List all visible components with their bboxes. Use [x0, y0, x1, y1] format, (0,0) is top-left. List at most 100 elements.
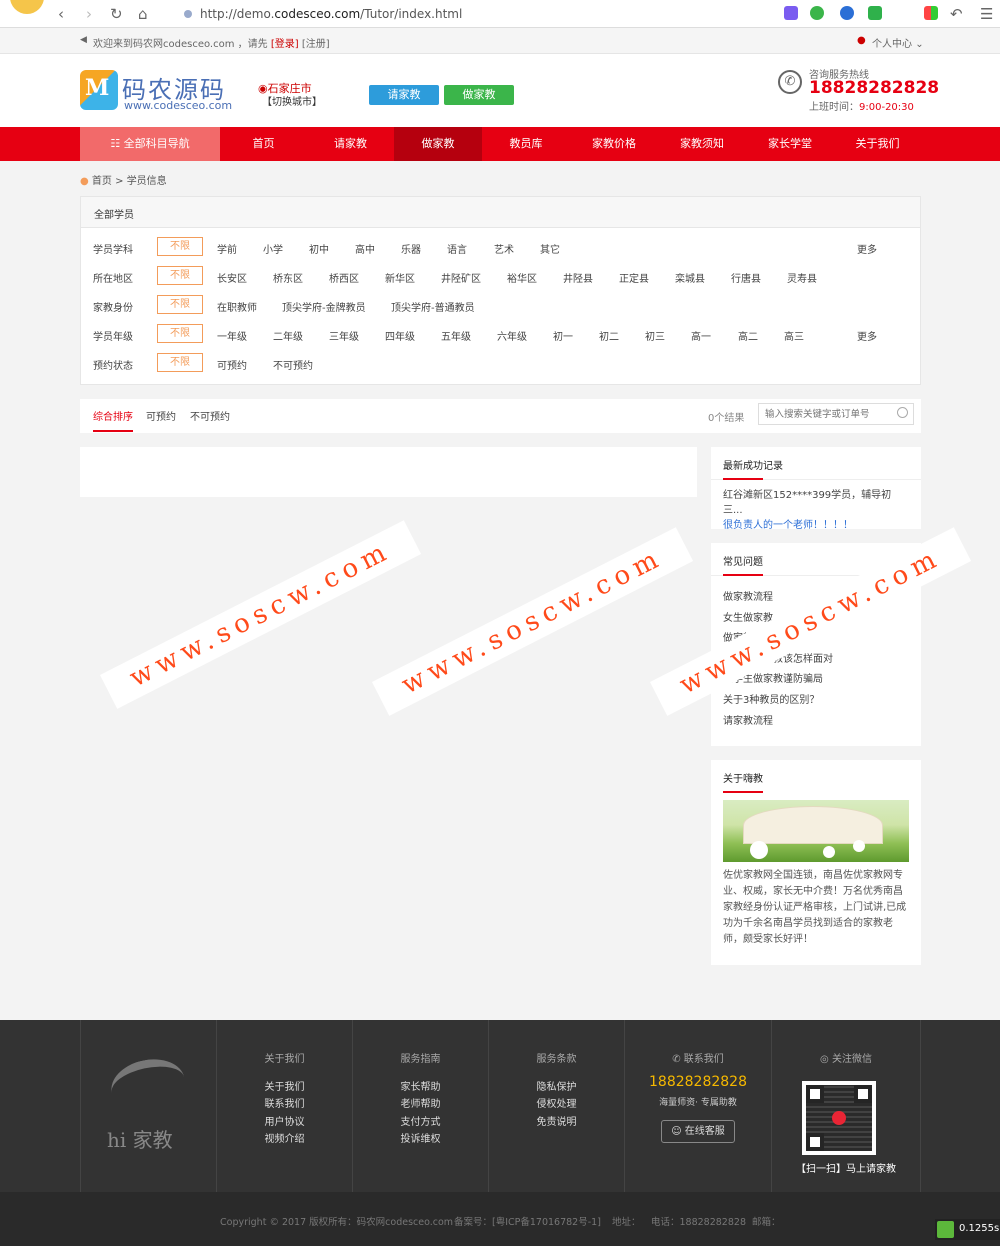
footer-link[interactable]: 侵权处理: [489, 1095, 624, 1110]
home-icon[interactable]: ⌂: [138, 5, 148, 23]
filter-option[interactable]: 不可预约: [273, 357, 313, 372]
logo-mark[interactable]: M: [80, 70, 118, 110]
filter-option[interactable]: 井陉矿区: [441, 270, 481, 285]
undo-icon[interactable]: ↶: [950, 5, 963, 23]
search-input[interactable]: [759, 404, 889, 424]
filter-option[interactable]: 初二: [599, 328, 619, 343]
filter-option[interactable]: 三年级: [329, 328, 359, 343]
user-center-link[interactable]: 个人中心 ⌄: [872, 35, 924, 50]
footer-link[interactable]: 联系我们: [217, 1095, 352, 1110]
filter-option[interactable]: 井陉县: [563, 270, 593, 285]
footer-link[interactable]: 用户协议: [217, 1113, 352, 1128]
footer-link[interactable]: 关于我们: [217, 1078, 352, 1093]
filter-option[interactable]: 正定县: [619, 270, 649, 285]
filter-option[interactable]: 桥西区: [329, 270, 359, 285]
welcome-message: 欢迎来到码农网codesceo.com ，请先: [93, 39, 268, 50]
filter-option[interactable]: 初三: [645, 328, 665, 343]
nav-become-tutor[interactable]: 做家教: [394, 127, 482, 161]
filter-option[interactable]: 长安区: [217, 270, 247, 285]
filter-option[interactable]: 一年级: [217, 328, 247, 343]
search-icon[interactable]: [840, 6, 854, 20]
footer-link[interactable]: 隐私保护: [489, 1078, 624, 1093]
footer-link[interactable]: 家长帮助: [353, 1078, 488, 1093]
filter-option[interactable]: 顶尖学府-金牌教员: [282, 299, 366, 314]
search-icon[interactable]: [897, 407, 908, 418]
scissors-icon[interactable]: [868, 6, 882, 20]
footer-link[interactable]: 免责说明: [489, 1113, 624, 1128]
record-item[interactable]: 红谷滩新区152****399学员，辅导初三... 很负责人的一个老师！！！！: [711, 479, 921, 541]
reload-icon[interactable]: ↻: [110, 5, 123, 23]
filter-option[interactable]: 四年级: [385, 328, 415, 343]
filter-option[interactable]: 小学: [263, 241, 283, 256]
filter-option[interactable]: 初一: [553, 328, 573, 343]
filter-nolimit[interactable]: 不限: [157, 237, 203, 256]
footer-link[interactable]: 支付方式: [353, 1113, 488, 1128]
filter-option[interactable]: 二年级: [273, 328, 303, 343]
register-link[interactable]: [注册]: [302, 39, 330, 50]
filter-option[interactable]: 新华区: [385, 270, 415, 285]
footer-link[interactable]: 老师帮助: [353, 1095, 488, 1110]
switch-city-link[interactable]: 【切换城市】: [262, 93, 322, 108]
contact-title: 联系我们: [683, 1054, 724, 1065]
filter-nolimit[interactable]: 不限: [157, 295, 203, 314]
nav-tutor-library[interactable]: 教员库: [482, 127, 570, 161]
nav-about[interactable]: 关于我们: [834, 127, 921, 161]
filter-option[interactable]: 栾城县: [675, 270, 705, 285]
nav-all-subjects[interactable]: ☷ 全部科目导航: [80, 127, 220, 161]
extension-icon[interactable]: [784, 6, 798, 20]
login-link[interactable]: [登录]: [271, 39, 299, 50]
filter-more[interactable]: 更多: [857, 241, 877, 256]
filter-option[interactable]: 五年级: [441, 328, 471, 343]
search-box: [758, 403, 914, 425]
nav-home[interactable]: 首页: [220, 127, 307, 161]
become-tutor-button[interactable]: 做家教: [444, 85, 514, 105]
filter-option[interactable]: 行唐县: [731, 270, 761, 285]
filter-option[interactable]: 六年级: [497, 328, 527, 343]
breadcrumb-separator: >: [115, 176, 124, 187]
faq-link[interactable]: 请家教流程: [723, 714, 909, 735]
filter-nolimit[interactable]: 不限: [157, 353, 203, 372]
filter-option[interactable]: 高三: [784, 328, 804, 343]
filter-option[interactable]: 乐器: [401, 241, 421, 256]
filter-option[interactable]: 顶尖学府-普通教员: [391, 299, 475, 314]
nav-request-tutor[interactable]: 请家教: [307, 127, 394, 161]
filter-option[interactable]: 灵寿县: [787, 270, 817, 285]
sort-tab-default[interactable]: 综合排序: [93, 408, 133, 432]
filter-option[interactable]: 可预约: [217, 357, 247, 372]
request-tutor-button[interactable]: 请家教: [369, 85, 439, 105]
online-service-button[interactable]: ☺ 在线客服: [661, 1120, 735, 1143]
filter-more[interactable]: 更多: [857, 328, 877, 343]
filter-nolimit[interactable]: 不限: [157, 324, 203, 343]
filter-option[interactable]: 艺术: [494, 241, 514, 256]
filter-option[interactable]: 其它: [540, 241, 560, 256]
filter-option[interactable]: 裕华区: [507, 270, 537, 285]
filter-option[interactable]: 桥东区: [273, 270, 303, 285]
filter-option[interactable]: 语言: [447, 241, 467, 256]
faq-link[interactable]: 关于3种教员的区别？: [723, 693, 909, 714]
extension-icon[interactable]: [810, 6, 824, 20]
apps-icon[interactable]: [924, 6, 938, 20]
filter-option[interactable]: 初中: [309, 241, 329, 256]
filter-option[interactable]: 高一: [691, 328, 711, 343]
footer-link[interactable]: 投诉维权: [353, 1130, 488, 1145]
filter-option[interactable]: 学前: [217, 241, 237, 256]
nav-notice[interactable]: 家教须知: [658, 127, 746, 161]
nav-prices[interactable]: 家教价格: [570, 127, 658, 161]
wechat-caption: 【扫一扫】马上请家教: [796, 1164, 896, 1175]
footer-col-title: 关于我们: [264, 1054, 305, 1065]
filter-option[interactable]: 高中: [355, 241, 375, 256]
menu-icon[interactable]: ☰: [980, 5, 993, 23]
nav-parent-school[interactable]: 家长学堂: [746, 127, 834, 161]
sort-tab-unavailable[interactable]: 不可预约: [190, 408, 230, 423]
sort-tab-available[interactable]: 可预约: [146, 408, 176, 423]
back-icon[interactable]: ‹: [58, 5, 64, 23]
address-bar[interactable]: http://demo.codesceo.com/Tutor/index.htm…: [200, 7, 462, 21]
faq-link[interactable]: 大学生做家教谨防骗局: [723, 672, 909, 693]
filter-option[interactable]: 在职教师: [217, 299, 257, 314]
filter-option[interactable]: 高二: [738, 328, 758, 343]
breadcrumb-home[interactable]: 首页: [92, 176, 112, 187]
footer-link[interactable]: 视频介绍: [217, 1130, 352, 1145]
filter-nolimit[interactable]: 不限: [157, 266, 203, 285]
forward-icon[interactable]: ›: [86, 5, 92, 23]
success-records-panel: 最新成功记录 红谷滩新区152****399学员，辅导初三... 很负责人的一个…: [711, 447, 921, 531]
